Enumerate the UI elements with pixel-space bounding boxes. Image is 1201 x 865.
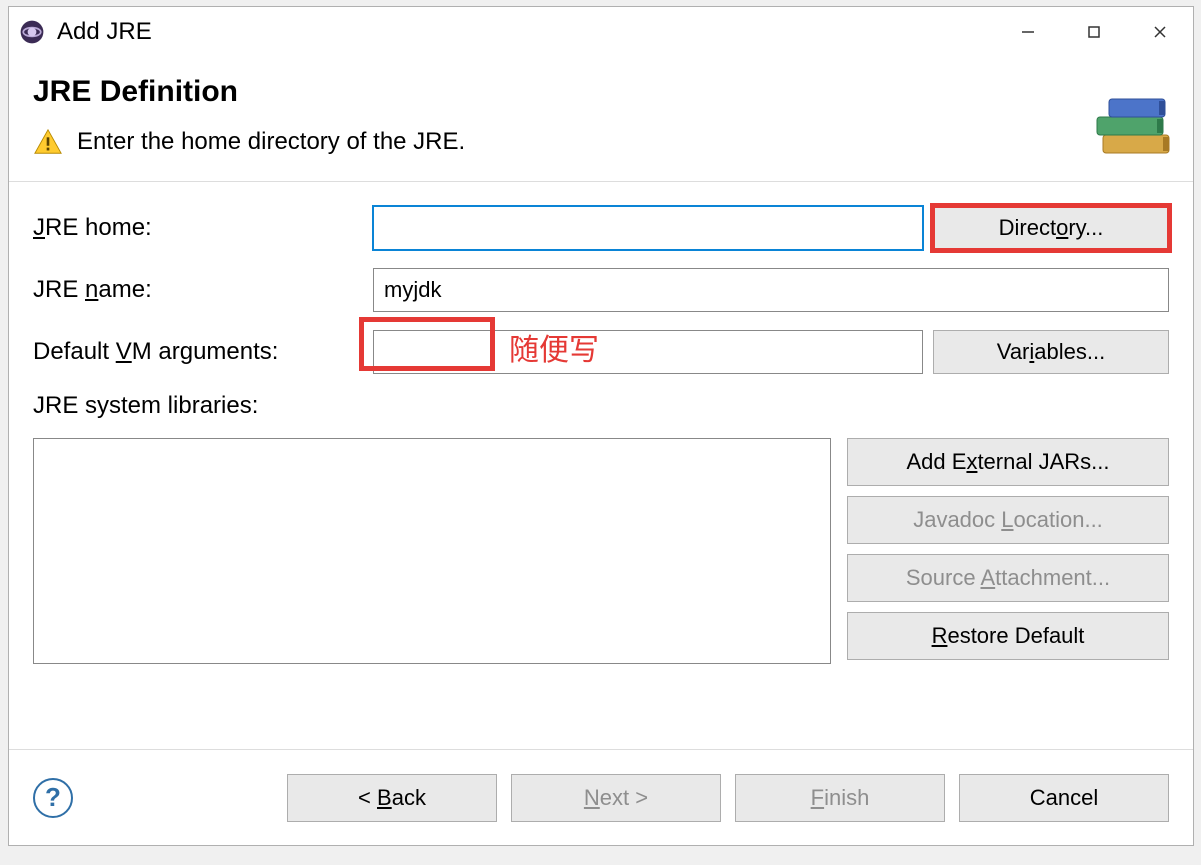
back-button[interactable]: < Back <box>287 774 497 822</box>
default-vm-args-input[interactable] <box>373 330 923 374</box>
close-button[interactable] <box>1127 7 1193 57</box>
banner-title: JRE Definition <box>33 75 1169 109</box>
add-external-jars-button[interactable]: Add External JARs... <box>847 438 1169 486</box>
title-bar: Add JRE <box>9 7 1193 57</box>
variables-button[interactable]: Variables... <box>933 330 1169 374</box>
help-icon[interactable]: ? <box>33 778 73 818</box>
restore-default-button[interactable]: Restore Default <box>847 612 1169 660</box>
libraries-listbox[interactable] <box>33 438 831 664</box>
banner-message-row: Enter the home directory of the JRE. <box>33 127 1169 157</box>
libraries-area: Add External JARs... Javadoc Location...… <box>33 438 1169 670</box>
annotation-jre-name-text: 随便写 <box>509 325 599 369</box>
label-jre-home: JRE home: <box>33 214 363 242</box>
source-attachment-button[interactable]: Source Attachment... <box>847 554 1169 602</box>
window-controls <box>995 7 1193 57</box>
label-default-vm-args: Default VM arguments: <box>33 338 363 366</box>
minimize-button[interactable] <box>995 7 1061 57</box>
warning-icon <box>33 127 63 157</box>
jre-name-input[interactable] <box>373 268 1169 312</box>
maximize-button[interactable] <box>1061 7 1127 57</box>
window-title: Add JRE <box>57 18 152 46</box>
finish-button[interactable]: Finish <box>735 774 945 822</box>
banner-message: Enter the home directory of the JRE. <box>77 128 465 156</box>
cancel-button[interactable]: Cancel <box>959 774 1169 822</box>
form-area: JRE home: Directory... JRE name: Default… <box>9 182 1193 678</box>
label-jre-name: JRE name: <box>33 276 363 304</box>
jre-home-input[interactable] <box>373 206 923 250</box>
wizard-banner: JRE Definition Enter the home directory … <box>9 57 1193 182</box>
wizard-footer: ? < Back Next > Finish Cancel <box>9 749 1193 845</box>
label-jre-syslibs: JRE system libraries: <box>33 392 1169 420</box>
eclipse-icon <box>17 17 47 47</box>
directory-button[interactable]: Directory... <box>933 206 1169 250</box>
books-icon <box>1079 77 1179 177</box>
next-button[interactable]: Next > <box>511 774 721 822</box>
javadoc-location-button[interactable]: Javadoc Location... <box>847 496 1169 544</box>
